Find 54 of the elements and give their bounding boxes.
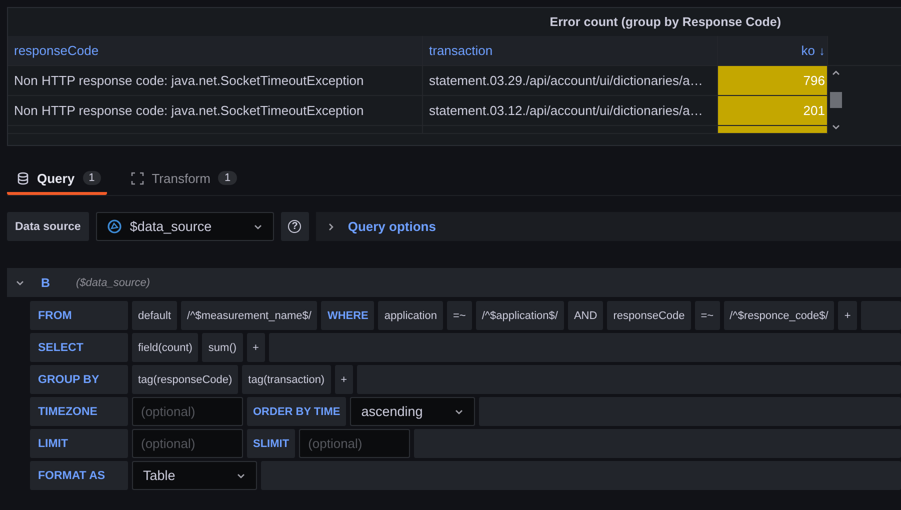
clause-keyword[interactable]: WHERE [321,301,374,330]
query-segment[interactable]: tag(transaction) [242,365,331,394]
query-segment[interactable]: field(count) [132,333,198,362]
clause-label: GROUP BY [30,365,128,394]
query-segment[interactable]: sum() [202,333,243,362]
data-source-label: Data source [7,212,89,241]
clause-label: FORMAT AS [30,461,128,490]
table-cell: Non HTTP response code: java.net.SocketTimeoutException [8,66,423,95]
query-segment[interactable]: /^$application$/ [476,301,564,330]
clause-label: TIMEZONE [30,397,128,426]
sort-arrow-icon: ↓ [819,44,825,58]
input-field[interactable]: (optional) [132,429,243,458]
query-segment[interactable]: tag(responseCode) [132,365,238,394]
help-button[interactable]: ? [280,212,309,241]
datasource-icon [106,219,122,234]
input-field[interactable]: (optional) [132,397,243,426]
query-segment[interactable]: =~ [694,301,720,330]
select-field[interactable]: Table [132,461,257,490]
query-segment[interactable]: /^$measurement_name$/ [181,301,318,330]
count-badge: 1 [218,171,237,185]
query-options-button[interactable]: Query options [316,212,901,241]
query-segment[interactable]: default [132,301,178,330]
table-cell: Non HTTP response code: java.net.SocketTimeoutException [8,96,423,125]
input-field[interactable]: (optional) [299,429,410,458]
clause-label: SELECT [30,333,128,362]
panel-title: Error count (group by Response Code) [550,15,781,29]
select-field[interactable]: ascending [350,397,476,426]
database-icon [17,172,29,184]
scroll-down-icon [831,122,841,132]
query-segment[interactable]: responseCode [607,301,691,330]
tab[interactable]: Query 1 [7,164,107,195]
query-segment[interactable]: =~ [446,301,472,330]
query-segment[interactable]: application [378,301,443,330]
column-header[interactable]: responseCode [8,36,423,65]
query-ref: B [41,276,50,290]
column-header[interactable]: transaction [423,36,718,65]
count-badge: 1 [82,171,101,185]
transform-icon [130,172,144,184]
query-segment[interactable]: + [838,301,857,330]
data-source-select[interactable]: $data_source [96,212,274,241]
query-header[interactable]: B ($data_source) [7,268,901,297]
tab[interactable]: Transform 1 [120,164,243,195]
clause-keyword[interactable]: SLIMIT [247,429,296,458]
table-cell: 201 [718,96,828,125]
query-segment[interactable]: /^$responce_code$/ [724,301,834,330]
clause-label: LIMIT [30,429,128,458]
query-segment[interactable]: + [246,333,265,362]
query-segment[interactable]: AND [568,301,604,330]
clause-label: FROM [30,301,128,330]
column-header[interactable]: ko ↓ [718,36,828,65]
query-segment[interactable]: + [334,365,354,394]
query-source: ($data_source) [76,276,150,288]
table-cell: 796 [718,66,828,95]
clause-keyword[interactable]: ORDER BY TIME [247,397,346,426]
